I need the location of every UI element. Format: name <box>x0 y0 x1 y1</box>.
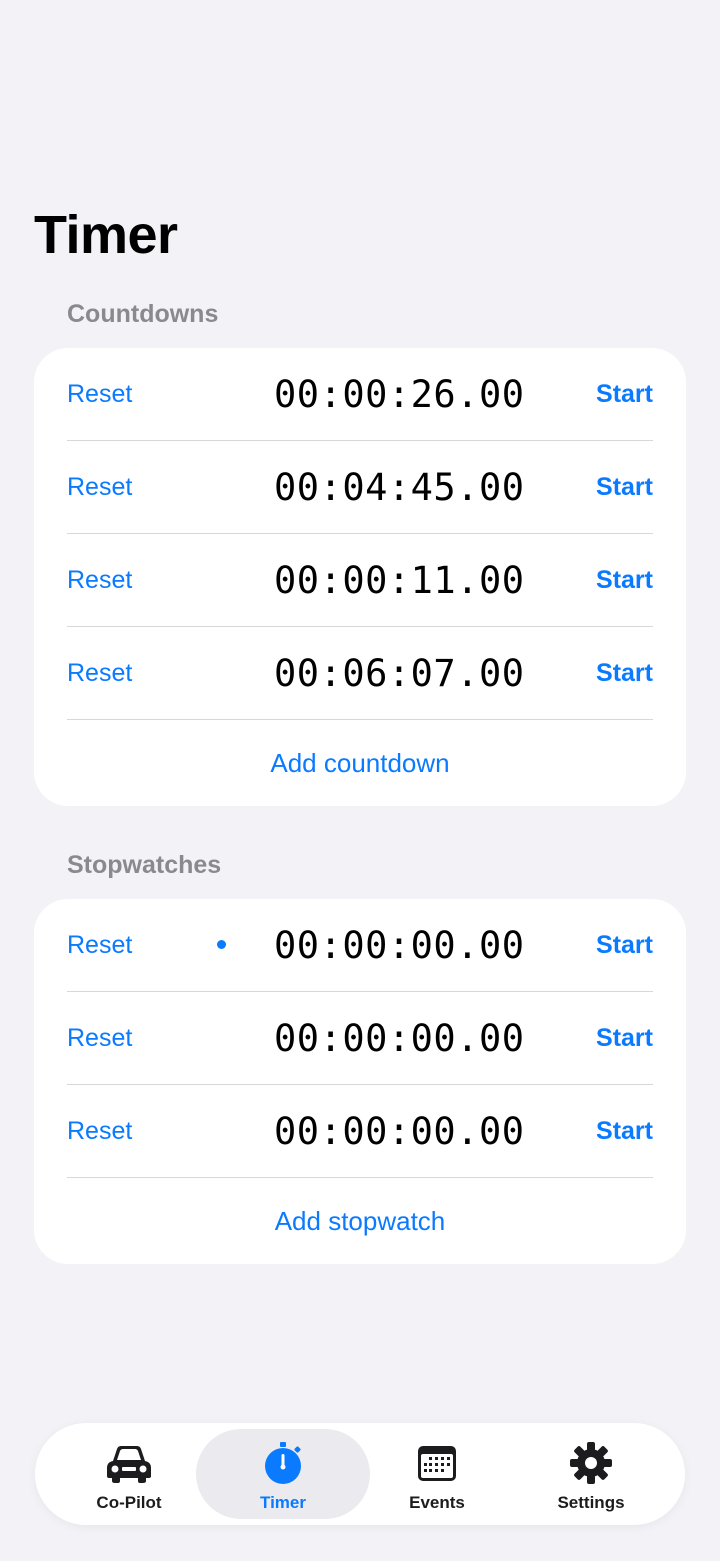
reset-button[interactable]: Reset <box>67 1024 187 1053</box>
countdown-row: Reset 00:00:11.00 Start <box>67 534 653 627</box>
reset-button[interactable]: Reset <box>67 473 187 502</box>
reset-button[interactable]: Reset <box>67 1117 187 1146</box>
reset-button[interactable]: Reset <box>67 931 187 960</box>
start-button[interactable]: Start <box>596 473 653 502</box>
countdowns-section-header: Countdowns <box>67 300 219 328</box>
stopwatches-section-header: Stopwatches <box>67 851 222 879</box>
countdown-row: Reset 00:00:26.00 Start <box>67 348 653 441</box>
countdown-time: 00:00:11.00 <box>274 558 525 602</box>
stopwatch-time: 00:00:00.00 <box>274 923 525 967</box>
tab-bar: Co-Pilot Timer Events Settings <box>35 1423 685 1525</box>
tab-label: Timer <box>260 1493 306 1512</box>
car-icon <box>105 1439 153 1487</box>
add-countdown-button[interactable]: Add countdown <box>34 720 686 806</box>
stopwatch-time: 00:00:00.00 <box>274 1109 525 1153</box>
countdowns-card: Reset 00:00:26.00 Start Reset 00:04:45.0… <box>34 348 686 806</box>
tab-label: Co-Pilot <box>96 1493 162 1512</box>
stopwatch-time: 00:00:00.00 <box>274 1016 525 1060</box>
stopwatch-row: Reset 00:00:00.00 Start <box>67 1085 653 1178</box>
countdown-row: Reset 00:04:45.00 Start <box>67 441 653 534</box>
start-button[interactable]: Start <box>596 659 653 688</box>
stopwatch-icon <box>259 1439 307 1487</box>
stopwatch-row: Reset 00:00:00.00 Start <box>67 992 653 1085</box>
gear-icon <box>567 1439 615 1487</box>
tab-events[interactable]: Events <box>350 1429 524 1519</box>
tab-settings[interactable]: Settings <box>504 1429 678 1519</box>
active-indicator-dot <box>217 940 226 949</box>
page-title: Timer <box>34 205 178 265</box>
start-button[interactable]: Start <box>596 1024 653 1053</box>
reset-button[interactable]: Reset <box>67 566 187 595</box>
start-button[interactable]: Start <box>596 380 653 409</box>
reset-button[interactable]: Reset <box>67 380 187 409</box>
tab-co-pilot[interactable]: Co-Pilot <box>42 1429 216 1519</box>
tab-timer[interactable]: Timer <box>196 1429 370 1519</box>
calendar-icon <box>413 1439 461 1487</box>
tab-label: Settings <box>557 1493 625 1512</box>
stopwatches-card: Reset 00:00:00.00 Start Reset 00:00:00.0… <box>34 899 686 1264</box>
stopwatch-row: Reset 00:00:00.00 Start <box>67 899 653 992</box>
countdown-time: 00:06:07.00 <box>274 651 525 695</box>
reset-button[interactable]: Reset <box>67 659 187 688</box>
start-button[interactable]: Start <box>596 566 653 595</box>
countdown-time: 00:00:26.00 <box>274 372 525 416</box>
add-stopwatch-button[interactable]: Add stopwatch <box>34 1178 686 1264</box>
countdown-row: Reset 00:06:07.00 Start <box>67 627 653 720</box>
countdown-time: 00:04:45.00 <box>274 465 525 509</box>
start-button[interactable]: Start <box>596 931 653 960</box>
start-button[interactable]: Start <box>596 1117 653 1146</box>
tab-label: Events <box>409 1493 465 1512</box>
